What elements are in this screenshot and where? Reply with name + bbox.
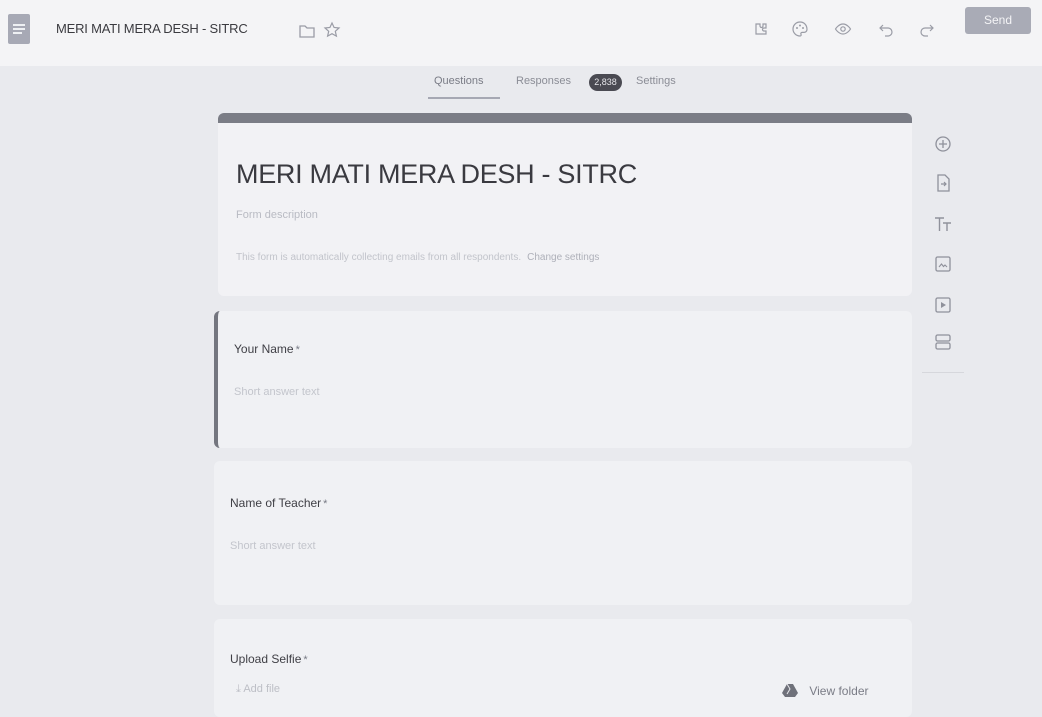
view-folder-link[interactable]: View folder (782, 683, 869, 698)
add-question-icon[interactable] (933, 134, 953, 154)
question-title-text: Your Name (234, 342, 294, 356)
view-folder-label: View folder (809, 684, 869, 698)
responses-count-badge: 2,838 (589, 74, 622, 91)
form-heading[interactable]: MERI MATI MERA DESH - SITRC (236, 159, 637, 190)
change-settings-link[interactable]: Change settings (527, 252, 599, 263)
toolbar-divider (922, 372, 964, 373)
question-title-text: Upload Selfie (230, 652, 302, 666)
form-header-card[interactable]: MERI MATI MERA DESH - SITRC Form descrip… (218, 113, 912, 296)
upload-icon: ⤓ (236, 683, 241, 695)
question-card[interactable]: Your Name * Short answer text (214, 311, 912, 448)
question-card[interactable]: Name of Teacher * Short answer text (214, 461, 912, 605)
add-section-icon[interactable] (933, 332, 953, 352)
required-asterisk: * (295, 344, 300, 356)
undo-icon[interactable] (877, 20, 895, 38)
redo-icon[interactable] (918, 20, 936, 38)
email-note-text: This form is automatically collecting em… (236, 252, 522, 263)
question-title[interactable]: Upload Selfie * (230, 652, 308, 666)
short-answer-placeholder: Short answer text (234, 386, 320, 398)
short-answer-placeholder: Short answer text (230, 540, 316, 552)
forms-logo-icon[interactable] (8, 14, 30, 44)
forms-editor: MERI MATI MERA DESH - SITRC Send Questio… (0, 0, 1042, 717)
star-icon[interactable] (323, 21, 341, 39)
top-bar: MERI MATI MERA DESH - SITRC Send (0, 0, 1042, 66)
required-asterisk: * (323, 498, 328, 510)
tab-responses[interactable]: Responses (516, 75, 571, 87)
add-file-label: Add file (243, 683, 281, 695)
question-title[interactable]: Your Name * (234, 342, 300, 356)
form-description-input[interactable]: Form description (236, 209, 318, 221)
tab-questions[interactable]: Questions (434, 75, 484, 87)
required-asterisk: * (303, 654, 308, 666)
question-toolbar (922, 128, 964, 374)
addon-icon[interactable] (752, 20, 770, 38)
form-title[interactable]: MERI MATI MERA DESH - SITRC (56, 21, 248, 36)
folder-icon[interactable] (298, 22, 316, 40)
email-collection-note: This form is automatically collecting em… (236, 252, 599, 263)
import-questions-icon[interactable] (933, 173, 953, 193)
preview-icon[interactable] (834, 20, 852, 38)
palette-icon[interactable] (791, 20, 809, 38)
header-color-band (218, 113, 912, 123)
add-file-button[interactable]: ⤓ Add file (236, 683, 280, 696)
question-card[interactable]: Upload Selfie * ⤓ Add file View folder (214, 619, 912, 717)
add-video-icon[interactable] (933, 295, 953, 315)
editor-tabs: Questions Responses 2,838 Settings (0, 66, 1042, 106)
tab-settings[interactable]: Settings (636, 75, 676, 87)
active-tab-indicator (428, 97, 500, 99)
drive-icon (782, 683, 798, 697)
add-title-icon[interactable] (933, 214, 953, 234)
question-title-text: Name of Teacher (230, 496, 322, 510)
add-image-icon[interactable] (933, 254, 953, 274)
question-title[interactable]: Name of Teacher * (230, 496, 327, 510)
send-button[interactable]: Send (965, 7, 1031, 34)
